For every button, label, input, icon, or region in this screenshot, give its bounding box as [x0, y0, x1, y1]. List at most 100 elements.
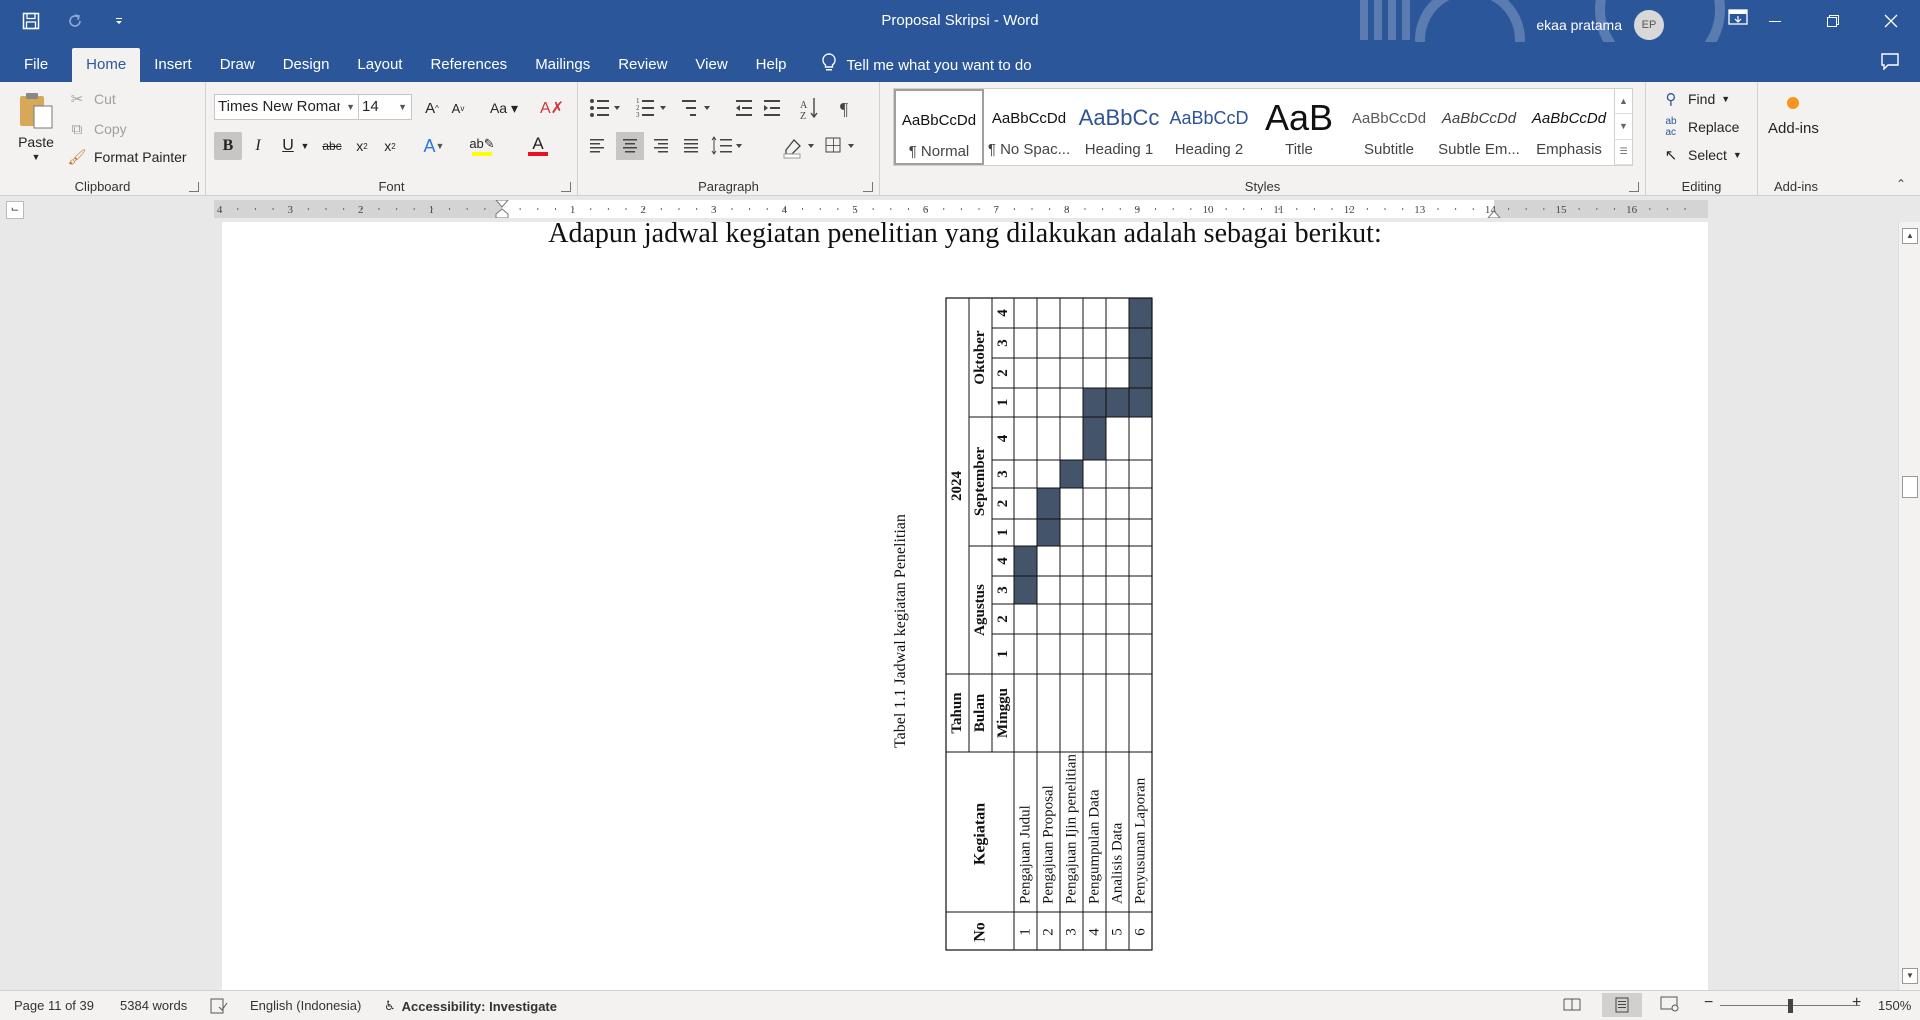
- proofing-icon[interactable]: [210, 998, 228, 1014]
- left-indent-marker[interactable]: [495, 208, 509, 218]
- zoom-in-icon[interactable]: +: [1852, 994, 1861, 1012]
- tab-insert[interactable]: Insert: [140, 48, 206, 82]
- addins-button[interactable]: Add-ins: [1768, 96, 1819, 137]
- find-button[interactable]: ⚲ Find ▼: [1660, 88, 1731, 110]
- tab-file[interactable]: File: [0, 48, 72, 82]
- ruler-tick: [625, 208, 627, 210]
- page-count[interactable]: Page 11 of 39: [14, 998, 94, 1013]
- change-case-icon[interactable]: Aa ▾: [484, 94, 524, 122]
- copy-button[interactable]: ⧉ Copy: [66, 118, 127, 140]
- ribbon-display-options-icon[interactable]: [1728, 9, 1748, 28]
- style-no-spacing[interactable]: AaBbCcDd ¶ No Spac...: [984, 89, 1074, 165]
- close-icon[interactable]: [1862, 0, 1920, 42]
- ruler-tick: [1313, 208, 1315, 210]
- bold-button[interactable]: B: [214, 132, 242, 160]
- ruler-tick: [1013, 208, 1015, 210]
- word-count[interactable]: 5384 words: [120, 998, 187, 1013]
- scroll-up-icon[interactable]: ▲: [1902, 228, 1918, 244]
- chevron-down-icon: ▼: [31, 152, 41, 162]
- italic-button[interactable]: I: [244, 132, 272, 160]
- accessibility-status[interactable]: ♿ Accessibility: Investigate: [384, 998, 557, 1014]
- language-indicator[interactable]: English (Indonesia): [250, 998, 361, 1013]
- chevron-down-icon[interactable]: ▼: [1615, 114, 1632, 140]
- tab-mailings[interactable]: Mailings: [521, 48, 604, 82]
- text-effects-icon[interactable]: A ▼: [416, 132, 452, 160]
- cut-button[interactable]: ✂ Cut: [66, 88, 116, 110]
- vertical-scrollbar[interactable]: ▲ ▼: [1898, 222, 1920, 990]
- dialog-launcher-icon[interactable]: [863, 182, 873, 192]
- tab-home[interactable]: Home: [72, 48, 141, 82]
- zoom-slider-thumb[interactable]: [1788, 999, 1793, 1013]
- dialog-launcher-icon[interactable]: [561, 182, 571, 192]
- tab-help[interactable]: Help: [742, 48, 801, 82]
- addins-icon: [1787, 97, 1800, 109]
- tab-references[interactable]: References: [416, 48, 521, 82]
- tell-me-box[interactable]: Tell me what you want to do: [821, 48, 1032, 82]
- grow-font-icon[interactable]: A ^: [418, 94, 446, 122]
- replace-button[interactable]: ab ac Replace: [1660, 116, 1739, 138]
- dialog-launcher-icon[interactable]: [1629, 182, 1639, 192]
- ruler-tick: [554, 208, 556, 210]
- tab-design[interactable]: Design: [269, 48, 344, 82]
- highlight-color-button[interactable]: ab✎: [462, 132, 502, 160]
- tab-draw[interactable]: Draw: [206, 48, 269, 82]
- paragraph-group-label: Paragraph: [698, 179, 759, 194]
- subscript-button[interactable]: x2: [348, 132, 376, 160]
- font-name-select[interactable]: Times New Roman ▼: [214, 94, 360, 120]
- select-label: Select: [1688, 147, 1727, 163]
- strikethrough-button[interactable]: abc: [318, 132, 346, 160]
- style-heading-2[interactable]: AaBbCcD Heading 2: [1164, 89, 1254, 165]
- read-mode-icon[interactable]: [1562, 996, 1582, 1012]
- style-title[interactable]: AaB Title: [1254, 89, 1344, 165]
- ruler-tick: [1278, 208, 1280, 210]
- table-week: 2: [995, 615, 1011, 623]
- horizontal-ruler[interactable]: 432112345678910111213141516: [214, 200, 1708, 218]
- table-header-kegiatan: Kegiatan: [972, 803, 989, 865]
- schedule-cell-filled: [1129, 328, 1152, 358]
- format-painter-button[interactable]: 🖌 Format Painter: [66, 146, 186, 168]
- style-subtle-emphasis[interactable]: AaBbCcDd Subtle Em...: [1434, 89, 1524, 165]
- select-button[interactable]: ↖ Select ▼: [1660, 144, 1742, 166]
- tab-layout[interactable]: Layout: [343, 48, 416, 82]
- style-subtitle[interactable]: AaBbCcDd Subtitle: [1344, 89, 1434, 165]
- style-heading-1[interactable]: AaBbCc Heading 1: [1074, 89, 1164, 165]
- ruler-tick: [360, 208, 362, 210]
- chevron-down-icon[interactable]: ▼: [298, 132, 312, 160]
- font-color-button[interactable]: A: [518, 132, 558, 160]
- superscript-button[interactable]: x2: [376, 132, 404, 160]
- tab-view[interactable]: View: [681, 48, 741, 82]
- paste-button[interactable]: Paste ▼: [16, 90, 56, 162]
- first-line-indent-marker[interactable]: [495, 200, 509, 208]
- ruler-tick: [1578, 208, 1580, 210]
- shrink-font-icon[interactable]: Av: [444, 94, 472, 122]
- ruler-number: 3: [287, 204, 293, 216]
- zoom-level[interactable]: 150%: [1878, 998, 1911, 1013]
- style-emphasis[interactable]: AaBbCcDd Emphasis: [1524, 89, 1614, 165]
- more-styles-icon[interactable]: ☰: [1615, 140, 1632, 165]
- comments-icon[interactable]: [1880, 52, 1900, 73]
- user-account[interactable]: ekaa pratama EP: [1536, 10, 1664, 40]
- style-normal[interactable]: AaBbCcDd ¶ Normal: [894, 89, 984, 165]
- tab-selector-icon[interactable]: ⌙: [6, 201, 24, 219]
- avatar[interactable]: EP: [1634, 10, 1664, 40]
- font-size-select[interactable]: 14 ▼: [358, 94, 412, 120]
- ruler-tick: [343, 208, 345, 210]
- collapse-ribbon-icon[interactable]: ⌃: [1896, 177, 1906, 191]
- dialog-launcher-icon[interactable]: [189, 182, 199, 192]
- web-layout-icon[interactable]: [1660, 996, 1680, 1012]
- restore-icon[interactable]: [1804, 0, 1862, 42]
- chevron-up-icon[interactable]: ▲: [1615, 89, 1632, 115]
- scroll-down-icon[interactable]: ▼: [1902, 968, 1918, 984]
- ruler-number: 4: [217, 204, 223, 216]
- scroll-thumb[interactable]: [1902, 476, 1918, 498]
- table-week: 1: [995, 399, 1011, 407]
- ruler-tick: [837, 208, 839, 210]
- zoom-out-icon[interactable]: −: [1704, 994, 1713, 1012]
- print-layout-icon[interactable]: [1602, 993, 1642, 1017]
- activity-name: Pengumpulan Data: [1087, 789, 1103, 904]
- minimize-icon[interactable]: [1746, 0, 1804, 42]
- style-preview: AaBbCcD: [1169, 107, 1249, 128]
- schedule-cell-filled: [1129, 358, 1152, 388]
- clear-formatting-icon[interactable]: A✗: [538, 94, 566, 122]
- tab-review[interactable]: Review: [604, 48, 681, 82]
